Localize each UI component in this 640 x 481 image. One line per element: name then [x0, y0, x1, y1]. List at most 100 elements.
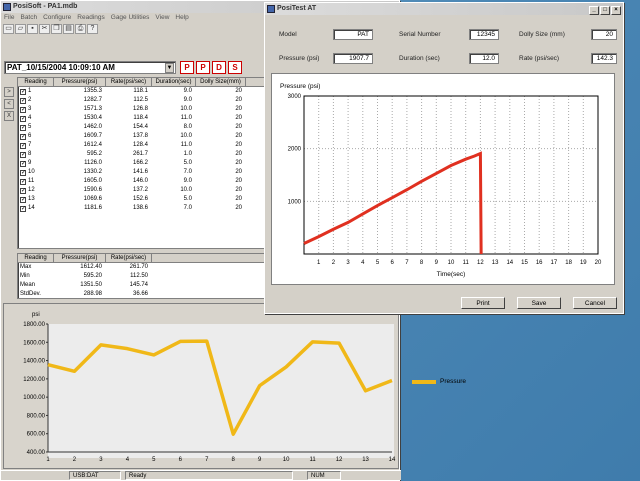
stats-cell: 1351.50 — [80, 282, 102, 288]
table-cell: 7.0 — [183, 205, 192, 211]
menu-item-1[interactable]: Batch — [20, 14, 37, 21]
x-tick-label: 1 — [317, 260, 321, 266]
y-tick-label: 1000.00 — [23, 395, 45, 401]
y-tick-label: 1600.00 — [23, 340, 45, 346]
reading-cell[interactable]: ✓ 1 — [18, 87, 54, 96]
stats-cell: Max — [20, 264, 32, 270]
checkbox[interactable]: ✓ — [20, 170, 26, 176]
status-num: NUM — [307, 471, 341, 480]
checkbox[interactable]: ✓ — [20, 116, 26, 122]
new-file-icon[interactable]: ▭ — [3, 24, 14, 34]
y-tick-label: 1000 — [288, 199, 302, 205]
table-cell: 595.2 — [86, 151, 102, 157]
app-icon — [267, 5, 275, 13]
print-icon[interactable]: ⎙ — [75, 24, 86, 34]
reading-cell[interactable]: ✓ 13 — [18, 195, 54, 204]
model-field: PAT — [333, 29, 373, 40]
table-cell: 20 — [235, 133, 242, 139]
side-button-2[interactable]: X — [4, 111, 14, 121]
reading-cell[interactable]: ✓ 9 — [18, 159, 54, 168]
cut-icon[interactable]: ✂ — [39, 24, 50, 34]
stats-col-header-0: Reading — [18, 254, 54, 262]
reading-cell[interactable]: ✓ 6 — [18, 132, 54, 141]
side-button-1[interactable]: < — [4, 99, 14, 109]
stats-cell: 288.98 — [83, 291, 102, 297]
table-cell: 1571.3 — [83, 106, 102, 112]
reading-number: 13 — [28, 196, 35, 202]
duration-label: Duration (sec) — [399, 55, 440, 62]
table-cell: 1612.4 — [83, 142, 102, 148]
reading-cell[interactable]: ✓ 14 — [18, 204, 54, 213]
table-row: ✓ 10 1330.2 141.6 7.0 20 — [18, 168, 264, 177]
checkbox[interactable]: ✓ — [20, 107, 26, 113]
stats-cell: 145.74 — [129, 282, 148, 288]
table-row: ✓ 3 1571.3 126.8 10.0 20 — [18, 105, 264, 114]
menu-item-2[interactable]: Configure — [43, 14, 71, 21]
checkbox[interactable]: ✓ — [20, 206, 26, 212]
batch-selector[interactable]: PAT_10/15/2004 10:09:10 AM ▼ — [4, 61, 176, 74]
table-cell: 138.6 — [132, 205, 148, 211]
reading-number: 12 — [28, 187, 35, 193]
y-axis-label: psi — [32, 312, 40, 318]
reading-cell[interactable]: ✓ 5 — [18, 123, 54, 132]
batch-button-3[interactable]: S — [228, 61, 242, 74]
test-title-bar[interactable]: PosiTest AT _ □ × — [265, 3, 623, 15]
print-button[interactable]: Print — [461, 297, 505, 309]
reading-cell[interactable]: ✓ 12 — [18, 186, 54, 195]
menu-item-5[interactable]: View — [155, 14, 169, 21]
checkbox[interactable]: ✓ — [20, 161, 26, 167]
menu-item-4[interactable]: Gage Utilities — [111, 14, 150, 21]
checkbox[interactable]: ✓ — [20, 98, 26, 104]
x-tick-label: 10 — [448, 260, 455, 266]
checkbox[interactable]: ✓ — [20, 179, 26, 185]
checkbox[interactable]: ✓ — [20, 89, 26, 95]
reading-cell[interactable]: ✓ 11 — [18, 177, 54, 186]
checkbox[interactable]: ✓ — [20, 143, 26, 149]
table-row: ✓ 11 1605.0 146.0 9.0 20 — [18, 177, 264, 186]
y-axis-label: Pressure (psi) — [280, 83, 320, 90]
table-cell: 20 — [235, 160, 242, 166]
menu-item-6[interactable]: Help — [175, 14, 188, 21]
help-icon[interactable]: ? — [87, 24, 98, 34]
pressure-chart-panel: psi 400.00 600.00 800.00 1000.00 1200.00 1400.… — [3, 303, 399, 469]
reading-cell[interactable]: ✓ 8 — [18, 150, 54, 159]
close-icon[interactable]: × — [611, 6, 621, 15]
save-icon[interactable]: ▪ — [27, 24, 38, 34]
menu-item-0[interactable]: File — [4, 14, 14, 21]
menu-item-3[interactable]: Readings — [77, 14, 104, 21]
minimize-icon[interactable]: _ — [589, 6, 599, 15]
copy-icon[interactable]: ❐ — [51, 24, 62, 34]
table-cell: 9.0 — [183, 88, 192, 94]
batch-button-0[interactable]: P — [180, 61, 194, 74]
x-tick-label: 12 — [477, 260, 484, 266]
reading-cell[interactable]: ✓ 2 — [18, 96, 54, 105]
batch-button-1[interactable]: P — [196, 61, 210, 74]
y-tick-label: 1800.00 — [23, 322, 45, 328]
open-folder-icon[interactable]: ▱ — [15, 24, 26, 34]
checkbox[interactable]: ✓ — [20, 188, 26, 194]
checkbox[interactable]: ✓ — [20, 152, 26, 158]
reading-cell[interactable]: ✓ 4 — [18, 114, 54, 123]
batch-button-2[interactable]: D — [212, 61, 226, 74]
checkbox[interactable]: ✓ — [20, 197, 26, 203]
save-button[interactable]: Save — [517, 297, 561, 309]
side-button-0[interactable]: > — [4, 87, 14, 97]
checkbox[interactable]: ✓ — [20, 125, 26, 131]
stats-row: Max 1612.40 261.70 — [18, 263, 264, 272]
duration-field: 12.0 — [469, 53, 499, 64]
stats-table-header: Reading Pressure(psi) Rate(psi/sec) — [18, 254, 264, 263]
reading-number: 2 — [28, 97, 32, 103]
paste-icon[interactable]: ▤ — [63, 24, 74, 34]
table-cell: 10.0 — [180, 133, 192, 139]
reading-cell[interactable]: ✓ 10 — [18, 168, 54, 177]
checkbox[interactable]: ✓ — [20, 134, 26, 140]
table-cell: 20 — [235, 151, 242, 157]
cancel-button[interactable]: Cancel — [573, 297, 617, 309]
maximize-icon[interactable]: □ — [600, 6, 610, 15]
stats-cell: 112.50 — [130, 273, 148, 279]
table-cell: 20 — [235, 169, 242, 175]
reading-cell[interactable]: ✓ 7 — [18, 141, 54, 150]
reading-cell[interactable]: ✓ 3 — [18, 105, 54, 114]
x-axis-label: Time(sec) — [437, 271, 466, 278]
chevron-down-icon[interactable]: ▼ — [165, 63, 174, 73]
